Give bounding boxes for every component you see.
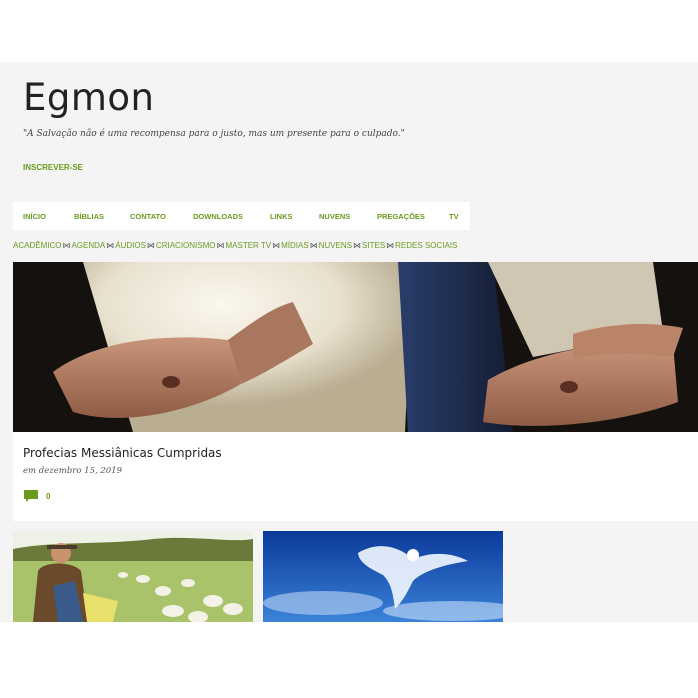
nav-item-tv[interactable]: TV [449, 212, 459, 221]
featured-post-card: Profecias Messiânicas Cumpridas em dezem… [13, 262, 698, 521]
subnav-item-audios[interactable]: ÁUDIOS [115, 241, 146, 250]
bowtie-separator-icon: ⋈ [216, 241, 225, 250]
jesus-open-hands-image[interactable] [13, 262, 698, 432]
post-date: em dezembro 15, 2019 [23, 466, 123, 476]
subnav-item-nuvens[interactable]: NUVENS [319, 241, 352, 250]
subnav-item-academico[interactable]: ACADÊMICO [13, 241, 61, 250]
bowtie-separator-icon: ⋈ [309, 241, 318, 250]
nav-item-downloads[interactable]: DOWNLOADS [193, 212, 243, 221]
comment-icon [24, 490, 38, 502]
bowtie-separator-icon: ⋈ [62, 241, 71, 250]
site-tagline: "A Salvação não é uma recompensa para o … [23, 129, 405, 139]
subnav-item-sites[interactable]: SITES [362, 241, 385, 250]
comments-link[interactable]: 0 [24, 490, 50, 502]
bowtie-separator-icon: ⋈ [106, 241, 115, 250]
bowtie-separator-icon: ⋈ [353, 241, 362, 250]
hero-illustration [13, 262, 698, 432]
subnav-item-agenda[interactable]: AGENDA [71, 241, 105, 250]
nav-item-links[interactable]: LINKS [270, 212, 293, 221]
shepherd-with-sheep-image[interactable] [13, 531, 253, 622]
comment-count: 0 [46, 491, 51, 501]
post-title[interactable]: Profecias Messiânicas Cumpridas [23, 446, 222, 460]
nav-item-nuvens[interactable]: NUVENS [319, 212, 350, 221]
nav-item-inicio[interactable]: INÍCIO [23, 212, 46, 221]
thumb-illustration-shepherd [13, 531, 253, 622]
nav-item-contato[interactable]: CONTATO [130, 212, 166, 221]
main-nav: INÍCIO BÍBLIAS CONTATO DOWNLOADS LINKS N… [13, 202, 470, 230]
bowtie-separator-icon: ⋈ [146, 241, 155, 250]
secondary-nav: ACADÊMICO⋈AGENDA⋈ÁUDIOS⋈CRIACIONISMO⋈MAS… [13, 241, 693, 250]
subscribe-link[interactable]: INSCREVER-SE [23, 163, 83, 172]
bowtie-separator-icon: ⋈ [272, 241, 281, 250]
subnav-item-criacionismo[interactable]: CRIACIONISMO [156, 241, 216, 250]
nav-item-biblias[interactable]: BÍBLIAS [74, 212, 104, 221]
thumb-illustration-angel [263, 531, 503, 622]
subnav-item-master-tv[interactable]: MASTER TV [225, 241, 271, 250]
subnav-item-midias[interactable]: MÍDIAS [281, 241, 309, 250]
bowtie-separator-icon: ⋈ [386, 241, 395, 250]
page-background: Egmon "A Salvação não é uma recompensa p… [0, 62, 698, 622]
nav-item-pregacoes[interactable]: PREGAÇÕES [377, 212, 425, 221]
angel-clouds-sky-image[interactable] [263, 531, 503, 622]
subnav-item-redes-sociais[interactable]: REDES SOCIAIS [395, 241, 457, 250]
site-title[interactable]: Egmon [23, 76, 155, 120]
